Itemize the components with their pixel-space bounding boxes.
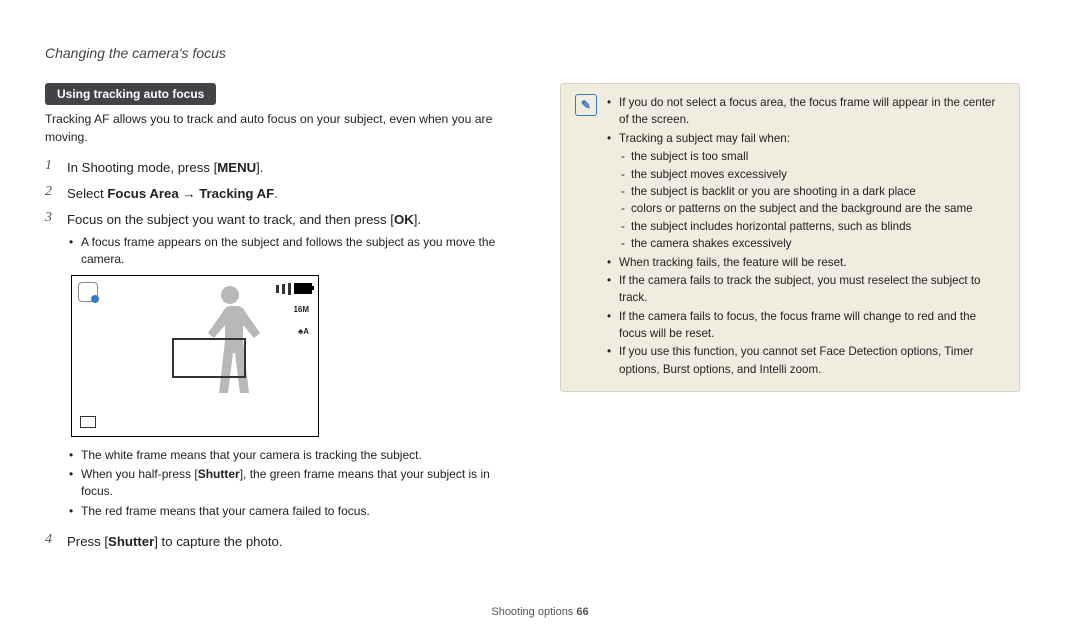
step-2: 2 Select Focus Area → Tracking AF.	[45, 184, 515, 204]
focus-frame	[172, 338, 246, 378]
info-callout: ✎ If you do not select a focus area, the…	[560, 83, 1020, 392]
note-green-frame: When you half-press [Shutter], the green…	[67, 466, 515, 501]
note-white-frame: The white frame means that your camera i…	[67, 447, 515, 464]
note-red-frame: The red frame means that your camera fai…	[67, 503, 515, 520]
step-3: 3 Focus on the subject you want to track…	[45, 210, 515, 526]
section-heading: Using tracking auto focus	[45, 83, 216, 105]
step-4: 4 Press [Shutter] to capture the photo.	[45, 532, 515, 552]
intro-text: Tracking AF allows you to track and auto…	[45, 111, 515, 146]
resolution-label: 16M	[293, 304, 309, 316]
step-1: 1 In Shooting mode, press [MENU].	[45, 158, 515, 178]
info-icon: ✎	[575, 94, 597, 116]
storage-icon	[80, 416, 96, 428]
breadcrumb-header: Changing the camera's focus	[45, 45, 1035, 61]
page-footer: Shooting options 66	[0, 606, 1080, 618]
ok-key: OK	[394, 212, 414, 227]
camera-lcd-illustration: 16M ♣A	[71, 275, 319, 437]
flash-label: ♣A	[298, 326, 309, 338]
battery-icon	[294, 283, 312, 294]
menu-key: MENU	[217, 160, 256, 175]
smart-auto-icon	[78, 282, 98, 302]
